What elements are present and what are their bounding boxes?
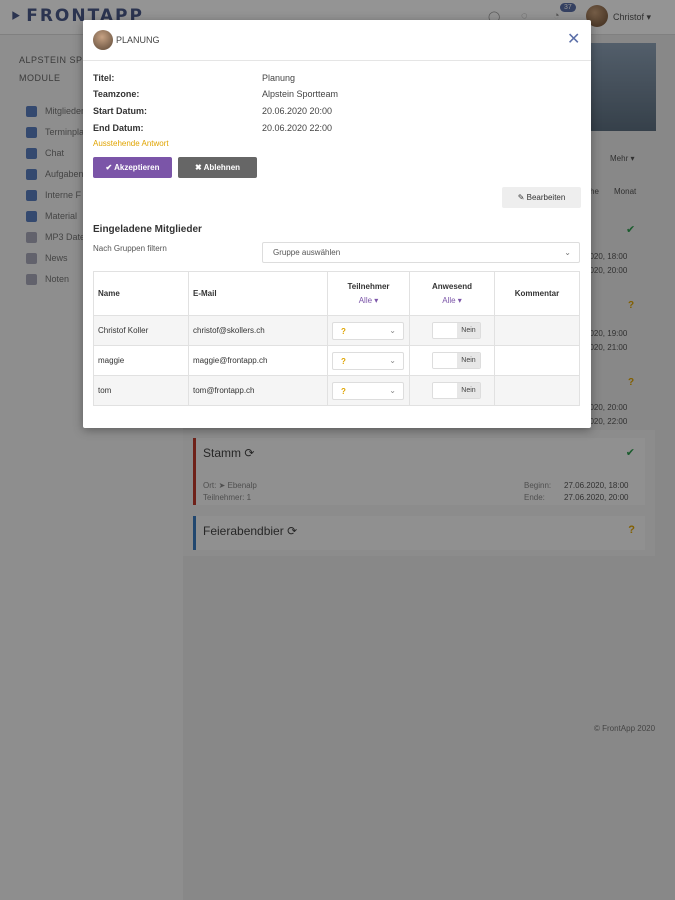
table-row: tom tom@frontapp.ch ? ⌄ Nein [93, 375, 580, 406]
present-toggle[interactable]: Nein [432, 382, 481, 399]
modal-header: PLANUNG ✕ [83, 20, 591, 61]
present-column-header: Anwesend Alle ▾ [409, 271, 495, 316]
pending-status: Ausstehende Antwort [93, 139, 169, 148]
present-toggle[interactable]: Nein [432, 352, 481, 369]
members-table: Name E-Mail Teilnehmer Alle ▾ Anwesend A… [93, 271, 580, 406]
email-column-header: E-Mail [188, 271, 328, 316]
chevron-down-icon: ⌄ [389, 355, 396, 365]
member-comment [494, 375, 580, 406]
end-date-label: End Datum: [93, 123, 144, 133]
member-comment [494, 345, 580, 376]
table-header-row: Name E-Mail Teilnehmer Alle ▾ Anwesend A… [93, 271, 580, 316]
edit-button[interactable]: ✎ Bearbeiten [502, 187, 581, 208]
chevron-down-icon: ⌄ [389, 385, 396, 395]
name-column-header: Name [93, 271, 189, 316]
teamzone-value: Alpstein Sportteam [262, 89, 339, 99]
chevron-down-icon: ⌄ [389, 325, 396, 335]
teamzone-label: Teamzone: [93, 89, 140, 99]
comment-column-header: Kommentar [494, 271, 580, 316]
end-date-value: 20.06.2020 22:00 [262, 123, 333, 133]
member-email: tom@frontapp.ch [188, 375, 328, 406]
group-filter-select[interactable]: Gruppe auswählen ⌄ [262, 242, 580, 263]
participant-column-header: Teilnehmer Alle ▾ [327, 271, 410, 316]
chevron-down-icon: ⌄ [564, 248, 571, 257]
group-filter-label: Nach Gruppen filtern [93, 244, 167, 253]
modal-title: PLANUNG [116, 35, 160, 45]
participant-filter[interactable]: Alle ▾ [332, 296, 405, 305]
member-name: maggie [93, 345, 189, 376]
start-date-value: 20.06.2020 20:00 [262, 106, 333, 116]
title-label: Titel: [93, 73, 115, 83]
member-email: maggie@frontapp.ch [188, 345, 328, 376]
accept-button[interactable]: ✔ Akzeptieren [93, 157, 172, 178]
close-icon[interactable]: ✕ [567, 29, 580, 49]
avatar [93, 30, 113, 50]
invited-members-heading: Eingeladene Mitglieder [93, 224, 202, 235]
table-row: maggie maggie@frontapp.ch ? ⌄ Nein [93, 345, 580, 376]
present-filter[interactable]: Alle ▾ [414, 296, 490, 305]
start-date-label: Start Datum: [93, 106, 148, 116]
participation-select[interactable]: ? ⌄ [332, 381, 404, 400]
member-name: Christof Koller [93, 315, 189, 346]
event-detail-modal: PLANUNG ✕ Titel: Planung Teamzone: Alpst… [83, 20, 591, 428]
present-toggle[interactable]: Nein [432, 322, 481, 339]
member-name: tom [93, 375, 189, 406]
table-row: Christof Koller christof@skollers.ch ? ⌄ … [93, 315, 580, 346]
member-comment [494, 315, 580, 346]
member-email: christof@skollers.ch [188, 315, 328, 346]
decline-button[interactable]: ✖ Ablehnen [178, 157, 257, 178]
participation-select[interactable]: ? ⌄ [332, 351, 404, 370]
title-value: Planung [262, 73, 296, 83]
participation-select[interactable]: ? ⌄ [332, 321, 404, 340]
